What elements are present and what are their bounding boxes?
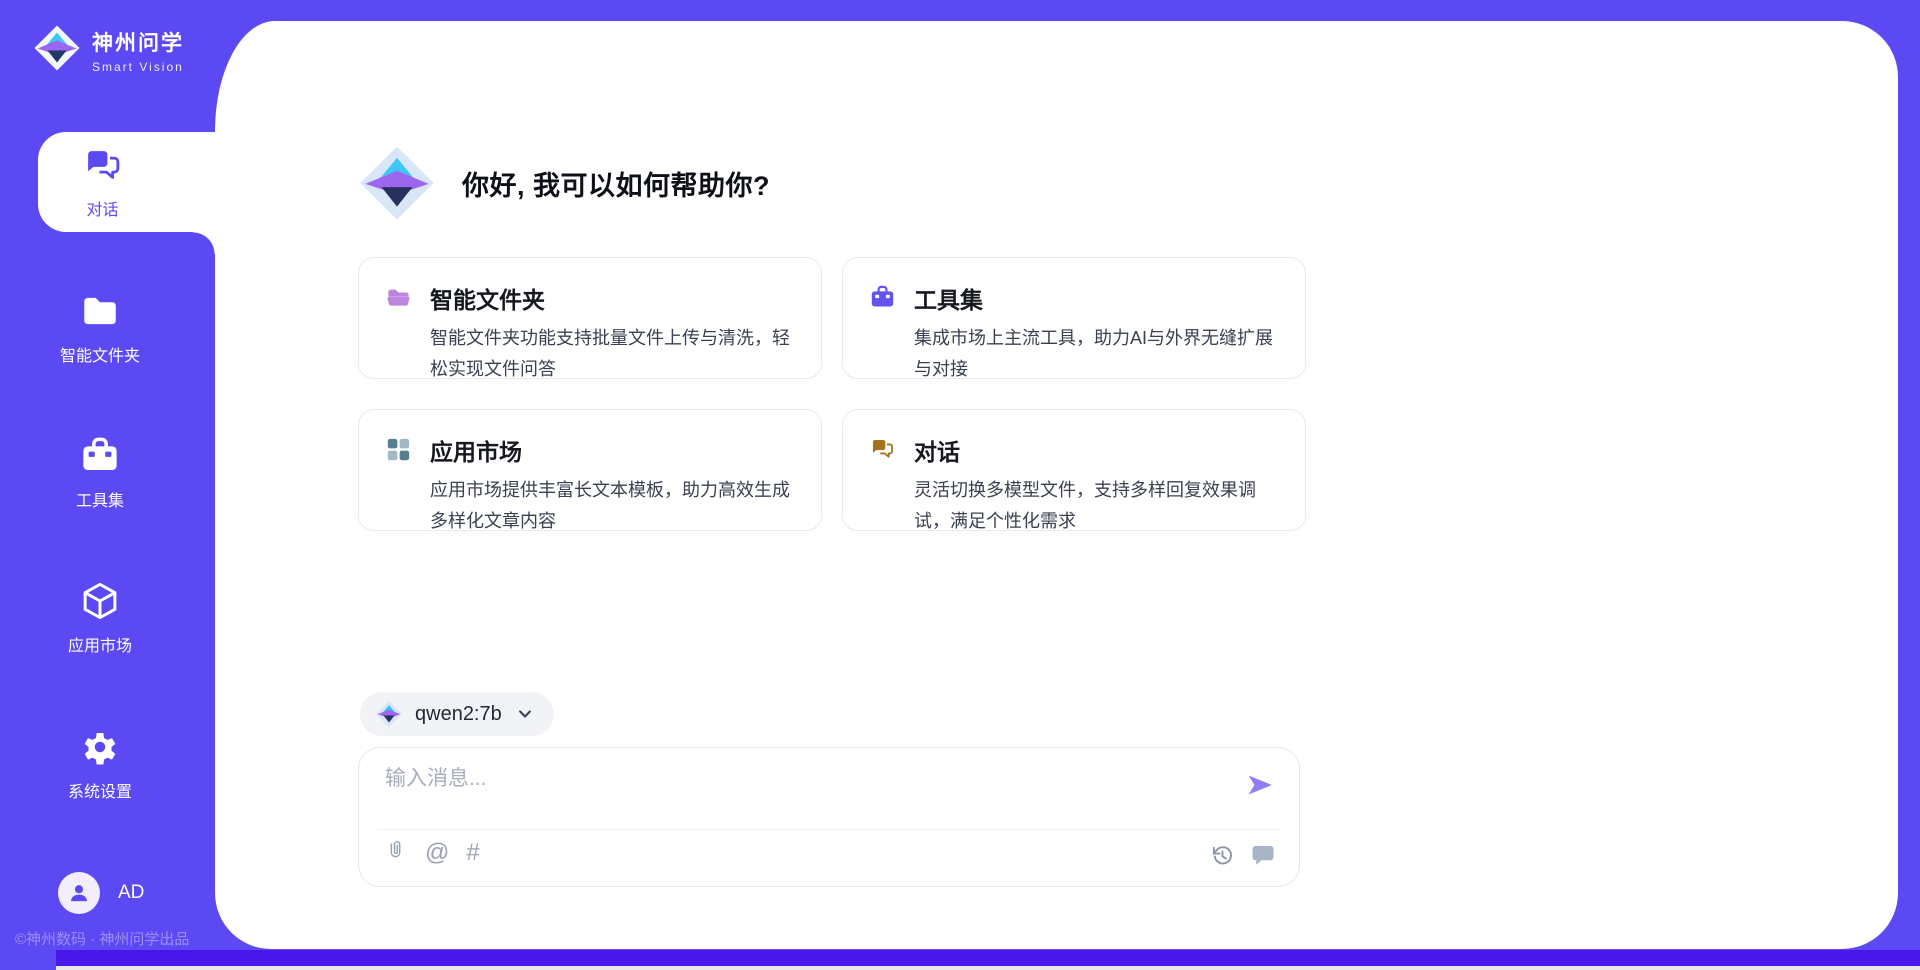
brand-logo: 神州问学 Smart Vision — [33, 24, 184, 74]
folder-open-icon — [385, 284, 412, 311]
brand-title: 神州问学 — [92, 27, 184, 57]
greeting-title: 你好, 我可以如何帮助你? — [462, 164, 770, 203]
at-sign-icon[interactable]: @ — [425, 841, 449, 865]
grid-icon — [385, 436, 412, 463]
card-chat[interactable]: 对话 灵活切换多模型文件，支持多样回复效果调试，满足个性化需求 — [842, 409, 1306, 531]
card-desc: 应用市场提供丰富长文本模板，助力高效生成多样化文章内容 — [430, 475, 801, 536]
sidebar-item-label: 应用市场 — [68, 632, 132, 656]
composer-divider — [377, 829, 1281, 830]
card-app-market[interactable]: 应用市场 应用市场提供丰富长文本模板，助力高效生成多样化文章内容 — [358, 409, 822, 531]
user-profile[interactable]: AD — [58, 872, 144, 914]
sidebar-footer: ©神州数码 · 神州问学出品 — [15, 928, 189, 949]
hash-icon[interactable]: # — [466, 841, 479, 865]
card-toolset[interactable]: 工具集 集成市场上主流工具，助力AI与外界无缝扩展与对接 — [842, 257, 1306, 379]
composer-tools-left: @ # — [383, 840, 480, 865]
card-title: 应用市场 — [430, 433, 801, 467]
history-clock-icon[interactable] — [1211, 844, 1234, 867]
cube-icon — [79, 580, 121, 622]
chat-bubbles-icon — [869, 436, 896, 463]
card-title: 智能文件夹 — [430, 281, 801, 315]
toolbox-icon — [79, 435, 121, 477]
card-desc: 灵活切换多模型文件，支持多样回复效果调试，满足个性化需求 — [914, 475, 1285, 536]
card-desc: 智能文件夹功能支持批量文件上传与清洗，轻松实现文件问答 — [430, 323, 801, 384]
sidebar-item-label: 对话 — [86, 196, 118, 220]
gem-diamond-icon — [375, 700, 403, 728]
feature-cards: 智能文件夹 智能文件夹功能支持批量文件上传与清洗，轻松实现文件问答 工具集 集成… — [358, 257, 1306, 531]
app-window: 神州问学 Smart Vision 对话 智能文件夹 工具集 — [0, 0, 1920, 966]
sidebar-item-toolset[interactable]: 工具集 — [0, 423, 200, 523]
composer-tools-right — [1211, 843, 1275, 867]
card-desc: 集成市场上主流工具，助力AI与外界无缝扩展与对接 — [914, 323, 1285, 384]
greeting: 你好, 我可以如何帮助你? — [358, 144, 770, 222]
card-title: 对话 — [914, 433, 1285, 467]
tab-fillet — [193, 232, 215, 254]
user-name: AD — [118, 882, 144, 904]
person-icon — [66, 880, 92, 906]
brand-subtitle: Smart Vision — [92, 60, 184, 74]
card-smart-folder[interactable]: 智能文件夹 智能文件夹功能支持批量文件上传与清洗，轻松实现文件问答 — [358, 257, 822, 379]
card-title: 工具集 — [914, 281, 1285, 315]
sidebar-item-app-market[interactable]: 应用市场 — [0, 568, 200, 668]
gem-diamond-icon — [358, 144, 436, 222]
folder-icon — [79, 290, 121, 332]
paperclip-icon[interactable] — [383, 840, 408, 865]
chat-bubble-icon[interactable] — [1251, 843, 1275, 867]
message-composer: @ # — [358, 747, 1300, 887]
chevron-down-icon — [516, 705, 534, 723]
send-icon[interactable] — [1245, 770, 1275, 800]
sidebar-item-label: 系统设置 — [68, 778, 132, 802]
chat-bubbles-icon — [82, 145, 124, 187]
gem-diamond-icon — [33, 24, 81, 72]
gear-icon — [79, 726, 121, 768]
model-label: qwen2:7b — [415, 703, 502, 726]
sidebar-item-chat[interactable]: 对话 — [38, 132, 215, 232]
sidebar-item-label: 工具集 — [76, 487, 124, 511]
bottom-left-accent — [0, 950, 56, 970]
model-selector[interactable]: qwen2:7b — [360, 692, 554, 736]
sidebar-item-label: 智能文件夹 — [60, 342, 140, 366]
sidebar-item-smart-folder[interactable]: 智能文件夹 — [0, 278, 200, 378]
avatar — [58, 872, 100, 914]
toolbox-icon — [869, 284, 896, 311]
message-input[interactable] — [385, 762, 1225, 820]
sidebar-item-settings[interactable]: 系统设置 — [0, 714, 200, 814]
